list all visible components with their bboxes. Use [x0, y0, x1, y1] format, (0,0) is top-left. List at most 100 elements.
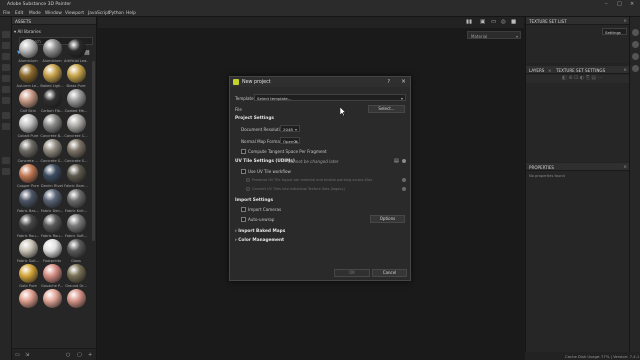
normal-format-dropdown[interactable]: OpenGL ▾ — [280, 137, 300, 144]
eraser-tool-icon[interactable] — [2, 42, 10, 49]
material-thumbnail[interactable] — [64, 289, 88, 314]
material-thumbnail[interactable]: Footprints — [40, 239, 64, 264]
menu-edit[interactable]: Edit — [15, 11, 23, 16]
menu-mode[interactable]: Mode — [29, 11, 41, 16]
material-thumbnail[interactable]: Copper Pure — [16, 164, 40, 189]
smudge-tool-icon[interactable] — [2, 75, 10, 82]
material-thumbnail[interactable]: Coated Me... — [64, 89, 88, 114]
material-thumbnail[interactable]: Aluminium — [16, 39, 40, 64]
material-thumbnail[interactable]: Gouache P... — [40, 264, 64, 289]
export-tool-icon[interactable] — [2, 168, 10, 175]
material-thumbnail[interactable]: Denim Rivet — [40, 164, 64, 189]
material-thumbnail[interactable] — [40, 289, 64, 314]
picker-tool-icon[interactable] — [2, 97, 10, 104]
layer-tool-icon[interactable] — [2, 157, 10, 164]
projection-tool-icon[interactable] — [2, 53, 10, 60]
folder-icon[interactable]: ▭ — [15, 352, 20, 358]
close-icon[interactable]: × — [401, 78, 406, 85]
tab-layers[interactable]: LAYERS — [529, 68, 544, 73]
color-management-toggle[interactable]: › Color Management — [235, 238, 284, 243]
texture-set-list-title: TEXTURE SET LIST — [529, 19, 567, 24]
menu-python[interactable]: Python — [109, 11, 124, 16]
auto-unwrap-checkbox[interactable] — [241, 217, 246, 222]
material-thumbnail[interactable]: Fabric Suit... — [16, 239, 40, 264]
layer-actions-icon[interactable]: ◧ ⊕ ⊡ ◐ ⎘ ▤ ⋯ — [562, 75, 603, 81]
close-icon[interactable]: × — [623, 68, 627, 73]
material-thumbnail[interactable]: Gold Pure — [16, 264, 40, 289]
material-thumbnail[interactable]: Fabric Den... — [40, 189, 64, 214]
options-button[interactable]: Options — [370, 215, 405, 223]
shelf-icon[interactable]: ○ — [66, 352, 70, 358]
polygon-fill-icon[interactable] — [2, 64, 10, 71]
import-baked-maps-toggle[interactable]: › Import Baked Maps — [235, 229, 285, 234]
material-thumbnail[interactable]: Fabric Soft... — [64, 214, 88, 239]
substance-icon[interactable] — [632, 29, 639, 36]
preset-icon[interactable]: ▤ — [394, 158, 399, 164]
material-thumbnail[interactable]: Concrete S... — [64, 139, 88, 164]
layers-tab-close[interactable]: × — [548, 68, 551, 73]
material-thumbnail[interactable]: Fabric Bas... — [16, 189, 40, 214]
help-icon[interactable]: ? — [387, 79, 390, 85]
material-thumbnail[interactable]: Brass Pure — [64, 64, 88, 89]
display-settings-icon[interactable] — [632, 53, 639, 60]
material-thumbnail[interactable]: Concrete C... — [64, 114, 88, 139]
display-icon[interactable]: ▭ — [491, 19, 496, 25]
material-thumbnail[interactable]: Cobalt Pure — [16, 114, 40, 139]
import-cameras-checkbox[interactable] — [241, 207, 246, 212]
breadcrumb[interactable]: ▾ All libraries — [14, 29, 41, 34]
material-thumbnail[interactable]: Fabric Rou... — [40, 214, 64, 239]
material-thumbnail[interactable]: Baked Ligh... — [40, 64, 64, 89]
menu-viewport[interactable]: Viewport — [65, 11, 84, 16]
material-thumbnail[interactable]: Aluminium — [40, 39, 64, 64]
material-thumbnail[interactable]: Fabric Knit... — [64, 189, 88, 214]
camera-tool-icon[interactable] — [2, 112, 10, 119]
camera-icon[interactable]: ▣ — [480, 19, 485, 25]
clone-tool-icon[interactable] — [2, 86, 10, 93]
material-thumbnail[interactable]: Carbon Fib... — [40, 89, 64, 114]
pause-icon[interactable]: ▮▮ — [466, 19, 472, 25]
add-icon[interactable]: + — [88, 352, 92, 358]
material-thumbnail[interactable]: Ground Gr... — [64, 264, 88, 289]
bake-tool-icon[interactable] — [2, 123, 10, 130]
material-thumbnail[interactable]: Calf Skin — [16, 89, 40, 114]
material-thumbnail[interactable]: Fabric Rou... — [16, 214, 40, 239]
template-dropdown[interactable]: Select template... ▾ — [254, 94, 406, 101]
cancel-button[interactable]: Cancel — [372, 269, 407, 277]
video-icon[interactable]: ■ — [511, 19, 516, 25]
ok-button[interactable]: OK — [334, 269, 370, 277]
tab-texture-set-settings[interactable]: TEXTURE SET SETTINGS — [556, 68, 605, 73]
import-icon[interactable]: ⇲ — [25, 352, 29, 358]
material-thumbnail[interactable]: Glass — [64, 239, 88, 264]
close-icon[interactable]: × — [623, 165, 627, 170]
material-thumbnail[interactable]: Artificial Lea... — [64, 39, 88, 64]
tangent-checkbox[interactable] — [241, 149, 246, 154]
select-file-button[interactable]: Select... — [368, 105, 405, 113]
render-icon[interactable]: ◎ — [501, 19, 506, 25]
maximize-icon[interactable]: □ — [617, 1, 622, 7]
assets-scrollbar[interactable] — [92, 61, 95, 241]
viewport-material-dropdown[interactable]: Material ▾ — [467, 31, 521, 39]
paint-tool-icon[interactable] — [2, 31, 10, 38]
menu-file[interactable]: File — [3, 11, 10, 16]
minimize-icon[interactable]: – — [605, 1, 608, 7]
texture-set-settings-dropdown[interactable]: Settings — [602, 28, 627, 35]
menu-javascript[interactable]: JavaScript — [88, 11, 110, 16]
shader-settings-icon[interactable] — [632, 65, 639, 72]
close-icon[interactable]: × — [630, 1, 634, 7]
preview-icon[interactable]: ▢ — [77, 352, 82, 358]
doc-res-dropdown[interactable]: 2048 ▾ — [280, 125, 300, 132]
material-thumbnail[interactable] — [16, 289, 40, 314]
environment-icon[interactable] — [632, 41, 639, 48]
material-thumbnail[interactable]: Concrete ... — [16, 139, 40, 164]
material-thumbnail[interactable]: Concrete B... — [40, 114, 64, 139]
material-thumbnail[interactable]: Autumn Le... — [16, 64, 40, 89]
use-uv-checkbox[interactable] — [241, 169, 246, 174]
chevron-down-icon: ▾ — [400, 95, 403, 101]
material-thumbnail[interactable]: Fabric Bam... — [64, 164, 88, 189]
uv-option-convert-radio[interactable] — [246, 187, 250, 191]
material-thumbnail[interactable]: Concrete S... — [40, 139, 64, 164]
close-icon[interactable]: × — [623, 19, 627, 24]
menu-window[interactable]: Window — [45, 11, 62, 16]
uv-option-preserve-radio[interactable] — [246, 178, 250, 182]
menu-help[interactable]: Help — [126, 11, 136, 16]
